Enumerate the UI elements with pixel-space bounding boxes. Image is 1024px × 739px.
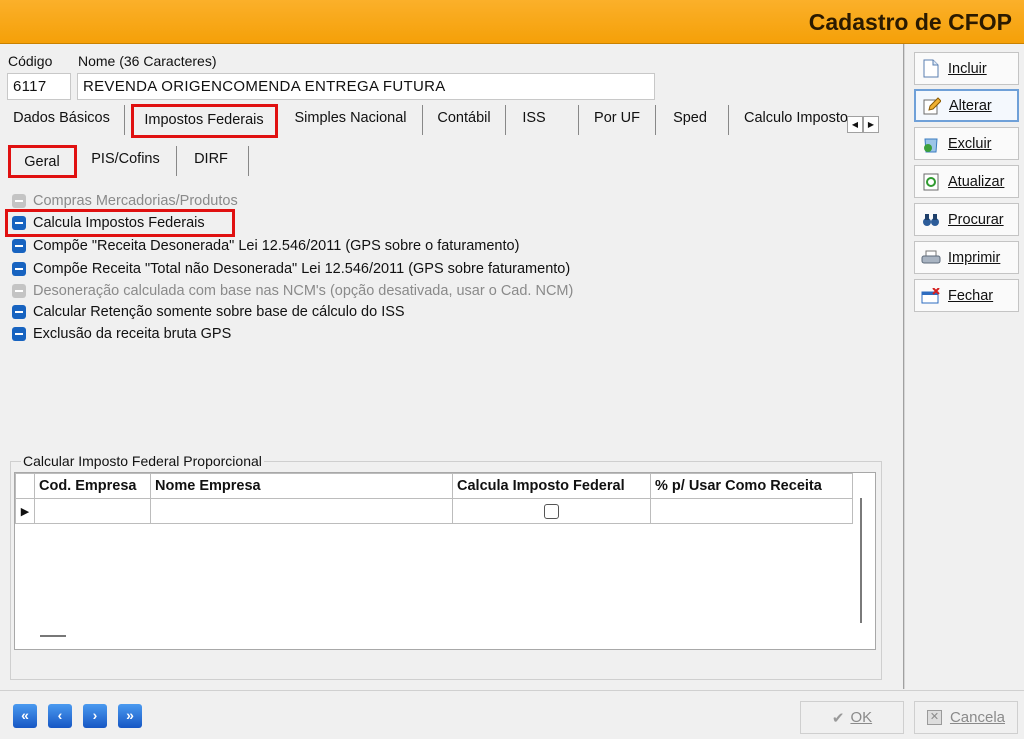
codigo-label: Código [8,53,53,69]
checkbox-icon[interactable] [12,262,26,276]
checkbox-icon[interactable] [12,305,26,319]
row-pointer-icon: ▶ [15,498,35,524]
printer-icon [921,248,941,268]
alterar-button[interactable]: Alterar [914,89,1019,122]
fechar-button[interactable]: Fechar [914,279,1019,312]
title-bar: Cadastro de CFOP [0,0,1024,44]
codigo-field[interactable]: 6117 [7,73,71,100]
grid-table: Cod. Empresa Nome Empresa Calcula Impost… [15,473,853,524]
panel-divider [903,44,905,689]
highlight-box [8,145,77,178]
last-record-icon[interactable]: » [118,704,142,728]
tab-divider [248,146,249,176]
excluir-button[interactable]: Excluir [914,127,1019,160]
procurar-button[interactable]: Procurar [914,203,1019,236]
atualizar-button[interactable]: Atualizar [914,165,1019,198]
checkbox-icon[interactable] [12,194,26,208]
option-label: Desoneração calculada com base nas NCM's… [33,283,574,299]
option-label: Compõe "Receita Desonerada" Lei 12.546/2… [33,238,520,254]
col-nome-empresa[interactable]: Nome Empresa [150,473,453,499]
tab-scroll-buttons: ◀ ▶ [847,116,879,133]
option-label: Exclusão da receita bruta GPS [33,326,232,342]
tab-sped[interactable]: Sped [660,105,720,135]
tab-dados-basicos[interactable]: Dados Básicos [4,105,119,135]
grid-horizontal-scrollbar[interactable] [40,635,66,637]
option-receita-total-nao-desonerada[interactable]: Compõe Receita "Total não Desonerada" Le… [12,259,570,279]
cell-cod-empresa[interactable] [34,498,151,524]
subtab-pis-cofins[interactable]: PIS/Cofins [78,146,173,176]
tab-divider [728,105,729,135]
cancela-button[interactable]: ✕ Cancela [914,701,1018,734]
tab-divider [422,105,423,135]
refresh-icon [921,172,941,192]
option-compras-mercadorias[interactable]: Compras Mercadorias/Produtos [12,191,238,211]
binoculars-icon [921,210,941,230]
edit-icon [922,96,942,116]
cancel-icon: ✕ [926,710,942,725]
tab-por-uf[interactable]: Por UF [582,105,652,135]
checkbox-icon[interactable] [12,239,26,253]
grid-header-row: Cod. Empresa Nome Empresa Calcula Impost… [15,473,853,499]
tab-simples-nacional[interactable]: Simples Nacional [283,105,418,135]
tab-divider [655,105,656,135]
checkbox-icon[interactable] [12,284,26,298]
cell-calcula-imposto[interactable] [452,498,651,524]
first-record-icon[interactable]: « [13,704,37,728]
option-exclusao-receita-bruta[interactable]: Exclusão da receita bruta GPS [12,324,231,344]
grid-checkbox[interactable] [544,503,559,519]
action-sidebar: Incluir Alterar Excluir Atualizar Procur… [906,44,1024,689]
table-row[interactable]: ▶ [15,498,853,524]
option-label: Calcular Retenção somente sobre base de … [33,304,405,320]
grid-vertical-scrollbar[interactable] [860,498,866,623]
option-desoneracao-ncm[interactable]: Desoneração calculada com base nas NCM's… [12,281,573,301]
next-record-icon[interactable]: › [83,704,107,728]
option-label: Compras Mercadorias/Produtos [33,193,238,209]
empresas-grid[interactable]: Cod. Empresa Nome Empresa Calcula Impost… [14,472,876,650]
highlight-box [5,209,235,237]
ok-button[interactable]: ✔ OK [800,701,904,734]
tab-scroll-left-icon[interactable]: ◀ [847,116,863,133]
nome-field[interactable]: REVENDA ORIGENCOMENDA ENTREGA FUTURA [77,73,655,100]
previous-record-icon[interactable]: ‹ [48,704,72,728]
cell-percentual[interactable] [650,498,853,524]
imprimir-button[interactable]: Imprimir [914,241,1019,274]
option-receita-desonerada[interactable]: Compõe "Receita Desonerada" Lei 12.546/2… [12,236,519,256]
group-label: Calcular Imposto Federal Proporcional [21,453,264,469]
tab-calculo-imposto[interactable]: Calculo Imposto [732,105,847,135]
tab-divider [124,105,125,135]
nome-label: Nome (36 Caracteres) [78,53,217,69]
subtab-dirf[interactable]: DIRF [180,146,242,176]
checkbox-icon[interactable] [12,327,26,341]
option-label: Compõe Receita "Total não Desonerada" Le… [33,261,571,277]
close-window-icon [921,286,941,306]
tab-divider [578,105,579,135]
col-calcula-imposto-federal[interactable]: Calcula Imposto Federal [452,473,651,499]
col-cod-empresa[interactable]: Cod. Empresa [34,473,151,499]
window-title: Cadastro de CFOP [808,9,1012,35]
tab-iss[interactable]: ISS [508,105,560,135]
sub-tab-bar: Geral PIS/Cofins DIRF [0,146,900,176]
cell-nome-empresa[interactable] [150,498,453,524]
incluir-button[interactable]: Incluir [914,52,1019,85]
document-icon [921,59,941,79]
grid-indicator-header [15,473,35,499]
tab-divider [505,105,506,135]
option-retencao-iss[interactable]: Calcular Retenção somente sobre base de … [12,302,405,322]
col-percentual-receita[interactable]: % p/ Usar Como Receita [650,473,853,499]
check-icon: ✔ [831,709,845,727]
tab-contabil[interactable]: Contábil [426,105,502,135]
tab-divider [176,146,177,176]
tab-scroll-right-icon[interactable]: ▶ [863,116,879,133]
highlight-box [131,104,278,138]
delete-icon [921,134,941,154]
